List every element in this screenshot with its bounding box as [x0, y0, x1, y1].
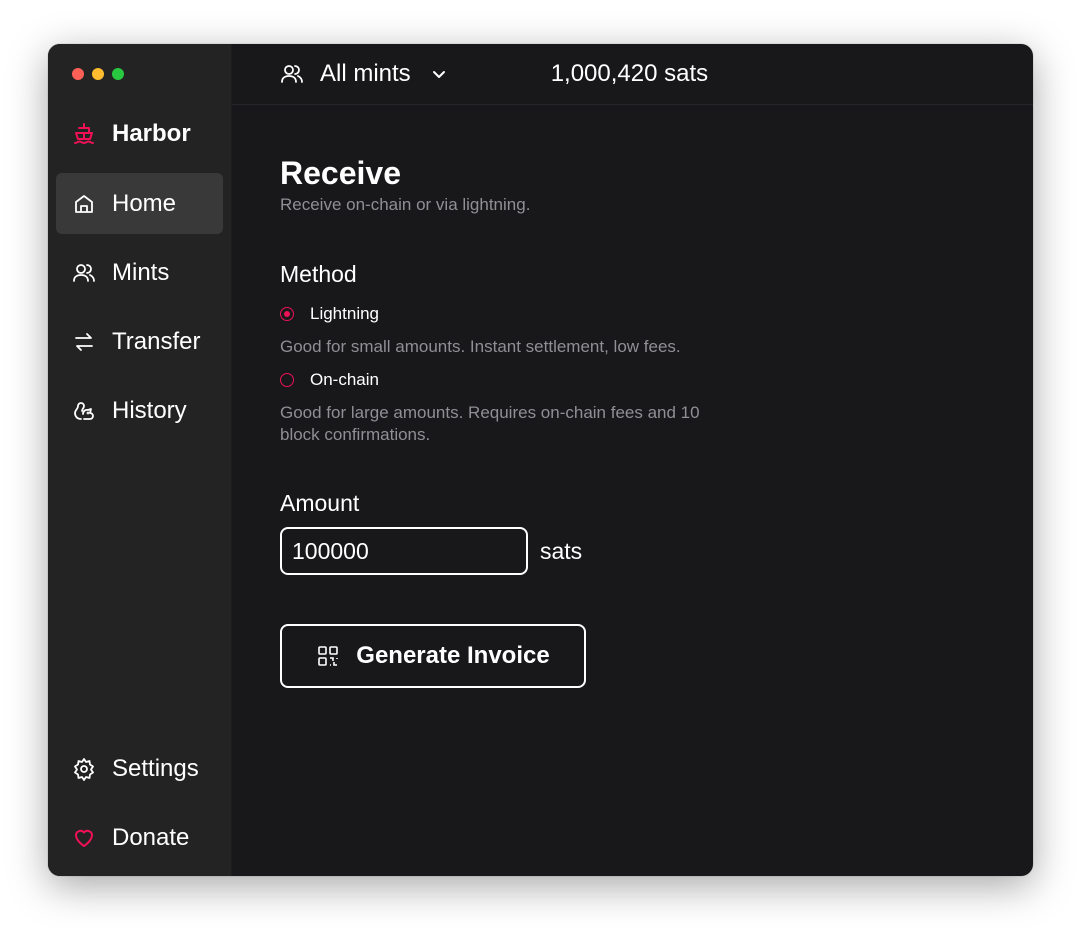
sidebar-item-label: Home [112, 189, 177, 217]
sidebar-item-donate[interactable]: Donate [56, 807, 223, 868]
main-panel: All mints 1,000,420 sats Receive Receive… [232, 44, 1033, 876]
receive-form: Receive Receive on-chain or via lightnin… [232, 105, 1033, 688]
sidebar-item-settings[interactable]: Settings [56, 738, 223, 799]
users-icon [280, 62, 304, 86]
app-name: Harbor [112, 120, 191, 147]
top-bar: All mints 1,000,420 sats [232, 44, 1033, 105]
chevron-down-icon [427, 62, 451, 86]
sidebar-item-history[interactable]: History [56, 380, 223, 441]
method-onchain-help: Good for large amounts. Requires on-chai… [280, 403, 700, 444]
radio-checked-icon[interactable] [280, 307, 294, 321]
ship-icon [72, 122, 96, 146]
app-window: Harbor Home Mints Transfer History Setti… [48, 44, 1033, 876]
generate-invoice-label: Generate Invoice [356, 642, 550, 669]
sidebar-nav: Home Mints Transfer History [56, 173, 223, 449]
amount-input[interactable] [280, 527, 528, 575]
method-onchain-label: On-chain [310, 370, 379, 389]
generate-invoice-button[interactable]: Generate Invoice [280, 624, 586, 688]
amount-label: Amount [280, 490, 360, 516]
amount-unit: sats [540, 537, 583, 564]
heart-icon [72, 826, 96, 850]
sidebar-item-label: History [112, 396, 187, 424]
sidebar-bottom: Settings Donate [56, 738, 223, 876]
squirrel-icon [72, 399, 96, 423]
qr-code-icon [316, 644, 340, 668]
minimize-window-button[interactable] [92, 68, 104, 80]
home-icon [72, 192, 96, 216]
method-label: Method [280, 261, 357, 287]
method-lightning-radio[interactable]: Lightning [280, 304, 985, 324]
method-lightning-label: Lightning [310, 304, 380, 323]
sidebar-item-home[interactable]: Home [56, 173, 223, 234]
method-lightning-help: Good for small amounts. Instant settleme… [280, 337, 681, 356]
page-title: Receive [280, 155, 401, 191]
method-onchain-radio[interactable]: On-chain [280, 370, 985, 390]
sidebar-item-transfer[interactable]: Transfer [56, 311, 223, 372]
mint-selector[interactable]: All mints [280, 60, 451, 88]
window-controls [72, 68, 124, 80]
close-window-button[interactable] [72, 68, 84, 80]
mint-selector-label: All mints [320, 60, 411, 87]
sidebar-item-label: Settings [112, 754, 199, 782]
sidebar-item-label: Donate [112, 823, 190, 851]
sidebar-item-label: Transfer [112, 327, 201, 355]
brand: Harbor [72, 120, 191, 148]
page-subtitle: Receive on-chain or via lightning. [280, 195, 531, 214]
sidebar-item-label: Mints [112, 258, 170, 286]
amount-row: sats [280, 527, 985, 575]
radio-unchecked-icon[interactable] [280, 373, 294, 387]
sidebar-item-mints[interactable]: Mints [56, 242, 223, 303]
gear-icon [72, 757, 96, 781]
balance-display: 1,000,420 sats [550, 60, 709, 87]
sidebar: Harbor Home Mints Transfer History Setti… [48, 44, 232, 876]
maximize-window-button[interactable] [112, 68, 124, 80]
users-icon [72, 261, 96, 285]
arrows-left-right-icon [72, 330, 96, 354]
